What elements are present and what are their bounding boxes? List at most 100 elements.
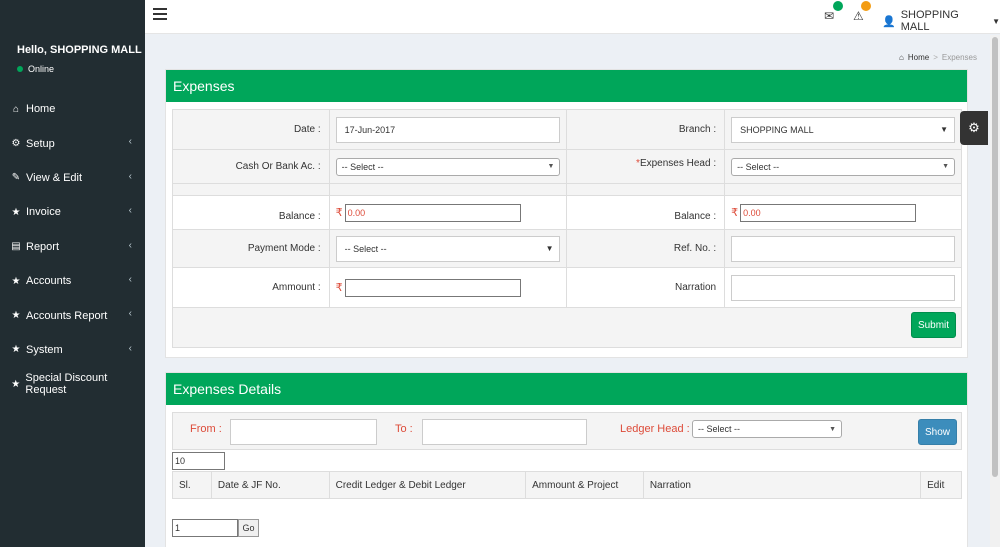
online-dot-icon xyxy=(17,66,23,72)
breadcrumb-separator: > xyxy=(933,53,938,62)
column-header: Narration xyxy=(642,472,920,498)
sidebar-item-label: Invoice xyxy=(26,206,61,219)
user-icon: 👤 xyxy=(882,15,896,28)
chevron-left-icon: ‹ xyxy=(128,273,132,285)
main-content: ⌂ Home > Expenses Expenses Date : 17-Jun… xyxy=(145,35,990,547)
star-icon: ★ xyxy=(11,275,21,287)
mail-badge xyxy=(833,1,843,11)
scrollbar-thumb[interactable] xyxy=(992,37,998,477)
expenses-details-box: Expenses Details From : To : Ledger Head… xyxy=(165,372,968,547)
home-icon: ⌂ xyxy=(12,103,20,115)
sidebar-item-report[interactable]: ▤ Report ‹ xyxy=(0,230,145,264)
chevron-down-icon: ▼ xyxy=(829,425,836,433)
envelope-icon[interactable]: ✉ xyxy=(824,9,834,23)
column-header: Date & JF No. xyxy=(210,472,329,498)
user-greeting: Hello, SHOPPING MALL xyxy=(17,44,142,56)
sidebar-item-label: System xyxy=(26,343,63,356)
top-header: ✉ ⚠ 👤 SHOPPING MALL ▼ xyxy=(145,0,1000,34)
chevron-left-icon: ‹ xyxy=(128,136,132,148)
cash-bank-select[interactable]: -- Select -- ▼ xyxy=(335,157,561,176)
file-icon: ▤ xyxy=(11,241,21,253)
sidebar-item-accounts-report[interactable]: ★ Accounts Report ‹ xyxy=(0,298,145,332)
cash-bank-label: Cash Or Bank Ac. : xyxy=(172,149,330,184)
amount-label: Ammount : xyxy=(172,267,330,308)
details-table-header: Sl. Date & JF No. Credit Ledger & Debit Le… xyxy=(172,471,962,499)
sidebar-item-label: Special Discount Request xyxy=(25,372,108,397)
amount-input[interactable] xyxy=(344,278,521,297)
branch-select[interactable]: SHOPPING MALL ▼ xyxy=(731,116,955,143)
expenses-head-label: *Expenses Head : xyxy=(566,149,726,184)
sidebar-item-view-edit[interactable]: ✎ View & Edit ‹ xyxy=(0,161,145,195)
from-date-input[interactable] xyxy=(230,419,377,445)
star-icon: ★ xyxy=(11,378,21,390)
star-icon: ★ xyxy=(11,206,21,218)
caret-down-icon: ▼ xyxy=(992,16,1000,26)
sidebar-item-label: Home xyxy=(26,103,56,116)
sidebar-item-accounts[interactable]: ★ Accounts ‹ xyxy=(0,264,145,298)
page-scrollbar[interactable] xyxy=(990,35,1000,547)
chevron-left-icon: ‹ xyxy=(128,239,132,251)
ref-no-input[interactable] xyxy=(731,235,955,262)
star-icon: ★ xyxy=(11,344,21,356)
user-status: Online xyxy=(17,64,145,74)
to-label: To : xyxy=(395,423,413,435)
rupee-icon: ₹ xyxy=(335,207,343,219)
narration-input[interactable] xyxy=(731,274,955,301)
ledger-head-select[interactable]: -- Select -- ▼ xyxy=(692,420,842,438)
payment-mode-select[interactable]: -- Select -- ▼ xyxy=(335,235,561,262)
user-menu-dropdown[interactable]: 👤 SHOPPING MALL ▼ xyxy=(882,9,1000,33)
from-label: From : xyxy=(190,423,222,435)
page-size-input[interactable]: 10 xyxy=(172,452,225,470)
page-number-input[interactable]: 1 xyxy=(172,519,238,537)
settings-gear-icon[interactable]: ⚙ xyxy=(960,111,988,145)
ledger-head-label: Ledger Head : xyxy=(620,423,690,435)
filter-row: From : To : Ledger Head : -- Select -- ▼… xyxy=(172,412,962,450)
breadcrumb-home[interactable]: Home xyxy=(908,53,929,62)
warning-icon[interactable]: ⚠ xyxy=(853,9,864,23)
status-text: Online xyxy=(28,64,55,74)
sidebar-item-special-discount-request[interactable]: ★ Special Discount Request xyxy=(0,367,145,401)
expenses-head-value: -- Select -- xyxy=(737,161,780,172)
expenses-title: Expenses xyxy=(166,70,967,102)
chevron-down-icon: ▼ xyxy=(547,163,555,170)
hamburger-menu-icon[interactable] xyxy=(153,8,167,20)
expenses-details-title: Expenses Details xyxy=(166,373,967,405)
star-icon: ★ xyxy=(11,310,21,322)
cogs-icon: ⚙ xyxy=(11,138,21,150)
balance2-input[interactable]: 0.00 xyxy=(740,203,917,222)
date-input[interactable]: 17-Jun-2017 xyxy=(335,116,561,143)
chevron-left-icon: ‹ xyxy=(128,342,132,354)
sidebar-item-invoice[interactable]: ★ Invoice ‹ xyxy=(0,195,145,229)
chevron-left-icon: ‹ xyxy=(128,308,132,320)
sidebar-item-system[interactable]: ★ System ‹ xyxy=(0,333,145,367)
balance2-label: Balance : xyxy=(566,195,726,230)
sidebar: Hello, SHOPPING MALL Online ⌂ Home ⚙ Setup ‹… xyxy=(0,0,145,547)
caret-down-icon: ▼ xyxy=(940,125,948,134)
breadcrumb: ⌂ Home > Expenses xyxy=(899,53,977,62)
narration-label: Narration xyxy=(566,267,726,308)
payment-mode-label: Payment Mode : xyxy=(172,229,330,268)
ledger-head-value: -- Select -- xyxy=(698,424,741,434)
expenses-head-select[interactable]: -- Select -- ▼ xyxy=(731,157,955,176)
balance-label: Balance : xyxy=(172,195,330,230)
sidebar-item-label: Report xyxy=(26,240,60,253)
caret-down-icon: ▼ xyxy=(545,244,554,253)
expenses-head-label-text: Expenses Head : xyxy=(639,158,717,169)
go-button[interactable]: Go xyxy=(238,519,259,537)
submit-button[interactable]: Submit xyxy=(911,312,956,338)
to-date-input[interactable] xyxy=(422,419,587,445)
balance-input[interactable]: 0.00 xyxy=(344,203,521,222)
home-icon: ⌂ xyxy=(899,53,904,62)
user-menu-label: SHOPPING MALL xyxy=(900,9,959,33)
rupee-icon: ₹ xyxy=(335,282,343,294)
sidebar-item-setup[interactable]: ⚙ Setup ‹ xyxy=(0,126,145,160)
sidebar-item-home[interactable]: ⌂ Home xyxy=(0,92,145,126)
show-button[interactable]: Show xyxy=(918,419,957,445)
edit-icon: ✎ xyxy=(11,172,21,184)
column-header: Credit Ledger & Debit Ledger xyxy=(328,472,526,498)
sidebar-item-label: Accounts Report xyxy=(26,309,108,322)
sidebar-item-label: View & Edit xyxy=(26,171,83,184)
column-header: Ammount & Project xyxy=(525,472,643,498)
alert-badge xyxy=(861,1,871,11)
chevron-left-icon: ‹ xyxy=(128,205,132,217)
